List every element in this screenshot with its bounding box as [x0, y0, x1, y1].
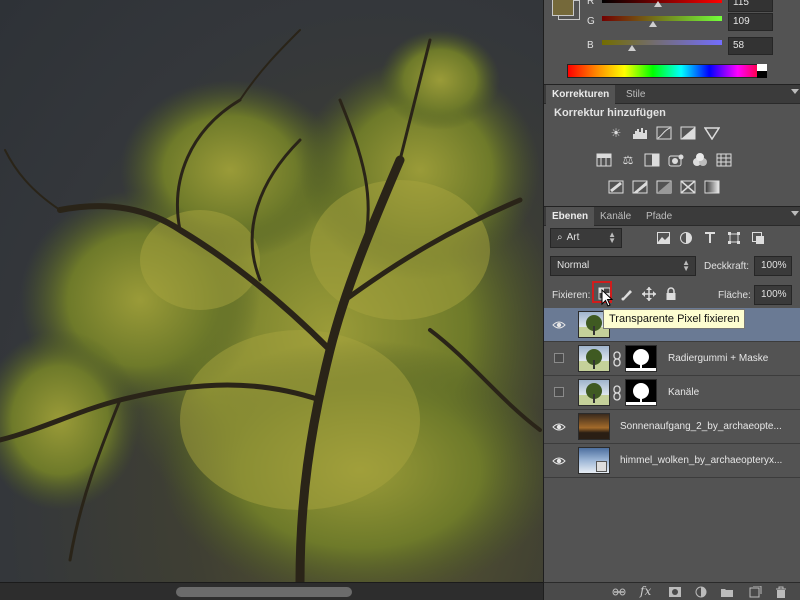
layer-thumbnail	[578, 413, 610, 440]
filter-shape-layer-icon[interactable]	[728, 232, 741, 244]
filter-pixel-layer-icon[interactable]	[657, 232, 670, 244]
new-layer-icon[interactable]	[748, 586, 762, 598]
layers-bottom-toolbar: fx	[544, 582, 800, 600]
tree-photo	[0, 29, 543, 582]
posterize-icon[interactable]	[632, 180, 648, 194]
opacity-label: Deckkraft:	[704, 261, 750, 272]
visibility-toggle-empty[interactable]	[554, 387, 564, 397]
channel-r-thumb[interactable]	[654, 1, 662, 7]
layer-name[interactable]: Kanäle	[668, 387, 793, 398]
channel-r-slider[interactable]	[602, 0, 722, 3]
layer-mask-thumbnail[interactable]	[625, 379, 657, 406]
adjustments-title: Korrektur hinzufügen	[554, 107, 666, 119]
layer-name[interactable]: Radiergummi + Maske	[668, 353, 793, 364]
channel-mixer-icon[interactable]	[692, 153, 708, 167]
fill-input[interactable]: 100%	[754, 285, 792, 305]
channel-b-value[interactable]: 58	[728, 37, 773, 55]
channel-r-label: R	[587, 0, 595, 7]
blend-mode-value: Normal	[557, 260, 590, 271]
black-white-swatch[interactable]	[757, 64, 767, 78]
scrollbar-thumb[interactable]	[176, 587, 352, 597]
channel-r-value[interactable]: 115	[728, 0, 773, 12]
color-spectrum-ramp[interactable]	[567, 64, 767, 78]
levels-icon[interactable]	[632, 126, 648, 140]
filter-adjustment-layer-icon[interactable]	[680, 232, 693, 244]
tab-pfade[interactable]: Pfade	[640, 207, 678, 227]
channel-g-label: G	[587, 16, 595, 27]
panel-menu-icon[interactable]	[791, 89, 799, 94]
photo-filter-icon[interactable]	[668, 153, 684, 167]
mouse-cursor-icon	[601, 289, 614, 307]
filter-kind-value: Art	[566, 232, 580, 243]
opacity-input[interactable]: 100%	[754, 256, 792, 276]
color-balance-icon[interactable]: ⚖	[620, 153, 636, 167]
link-layers-icon[interactable]	[612, 586, 626, 598]
color-panel: R 115 G 109 B 58	[544, 0, 800, 84]
lock-position-icon[interactable]	[642, 287, 656, 301]
channel-b-label: B	[587, 40, 594, 51]
layer-row-kanaele[interactable]: Kanäle	[544, 376, 800, 410]
layer-row-himmel-wolken[interactable]: himmel_wolken_by_archaeopteryx...	[544, 444, 800, 478]
channel-g-slider[interactable]	[602, 16, 722, 21]
layer-style-fx-icon[interactable]: fx	[640, 584, 654, 598]
new-adjustment-layer-icon[interactable]	[694, 586, 708, 598]
layers-panel-menu-icon[interactable]	[791, 211, 799, 216]
blend-mode-select[interactable]: Normal ▲ ▼	[550, 256, 696, 276]
visibility-eye-icon[interactable]	[552, 318, 566, 332]
filter-type-layer-icon[interactable]	[704, 232, 717, 244]
mask-link-chain-icon[interactable]	[612, 385, 622, 401]
tab-stile[interactable]: Stile	[620, 85, 651, 105]
lock-label: Fixieren:	[552, 290, 591, 301]
document-canvas[interactable]	[0, 0, 543, 582]
exposure-icon[interactable]	[680, 126, 696, 140]
tooltip: Transparente Pixel fixieren	[603, 309, 746, 329]
channel-g-value[interactable]: 109	[728, 13, 773, 31]
fill-label: Fläche:	[718, 290, 751, 301]
layers-tabbar: Ebenen Kanäle Pfade	[544, 206, 800, 227]
add-mask-icon[interactable]	[668, 586, 682, 598]
filter-smart-object-icon[interactable]	[752, 232, 765, 244]
lock-image-pixels-icon[interactable]	[620, 287, 634, 301]
vibrance-icon[interactable]	[704, 126, 720, 140]
curves-icon[interactable]	[656, 126, 672, 140]
gradient-map-icon[interactable]	[704, 180, 720, 194]
tab-korrekturen[interactable]: Korrekturen	[546, 85, 616, 105]
delete-layer-trash-icon[interactable]	[774, 586, 788, 598]
threshold-icon[interactable]	[656, 180, 672, 194]
black-white-icon[interactable]	[644, 153, 660, 167]
lock-all-icon[interactable]	[664, 287, 678, 301]
smart-object-badge-icon	[596, 461, 607, 472]
layer-filter-kind-select[interactable]: ⌕ Art ▲ ▼	[550, 228, 622, 248]
visibility-eye-icon[interactable]	[552, 454, 566, 468]
channel-b-thumb[interactable]	[628, 45, 636, 51]
color-lookup-icon[interactable]	[716, 153, 732, 167]
layer-mask-thumbnail[interactable]	[625, 345, 657, 372]
adjustments-tabbar: Korrekturen Stile	[544, 84, 800, 105]
channel-g-thumb[interactable]	[649, 21, 657, 27]
foreground-color-swatch[interactable]	[552, 0, 574, 16]
visibility-eye-icon[interactable]	[552, 420, 566, 434]
stepper-icon: ▲ ▼	[608, 230, 616, 245]
layer-thumbnail	[578, 345, 610, 372]
layer-row-radiergummi-maske[interactable]: Radiergummi + Maske	[544, 342, 800, 376]
hue-saturation-icon[interactable]	[596, 153, 612, 167]
visibility-toggle-empty[interactable]	[554, 353, 564, 363]
layer-name[interactable]: Sonnenaufgang_2_by_archaeopte...	[620, 421, 796, 432]
selective-color-icon[interactable]	[680, 180, 696, 194]
right-panel-dock: R 115 G 109 B 58 Korrekturen Stile Korre…	[543, 0, 800, 600]
tab-ebenen[interactable]: Ebenen	[546, 207, 595, 227]
layer-thumbnail	[578, 379, 610, 406]
search-icon: ⌕	[557, 232, 563, 243]
invert-icon[interactable]	[608, 180, 624, 194]
layer-row-sonnenaufgang[interactable]: Sonnenaufgang_2_by_archaeopte...	[544, 410, 800, 444]
new-group-folder-icon[interactable]	[720, 586, 734, 598]
layer-name[interactable]: himmel_wolken_by_archaeopteryx...	[620, 455, 796, 466]
channel-b-slider[interactable]	[602, 40, 722, 45]
brightness-contrast-icon[interactable]: ☀	[608, 126, 624, 140]
mask-link-chain-icon[interactable]	[612, 351, 622, 367]
horizontal-scrollbar[interactable]	[0, 582, 543, 600]
stepper-icon: ▲ ▼	[682, 258, 690, 273]
tab-kanaele[interactable]: Kanäle	[594, 207, 637, 227]
